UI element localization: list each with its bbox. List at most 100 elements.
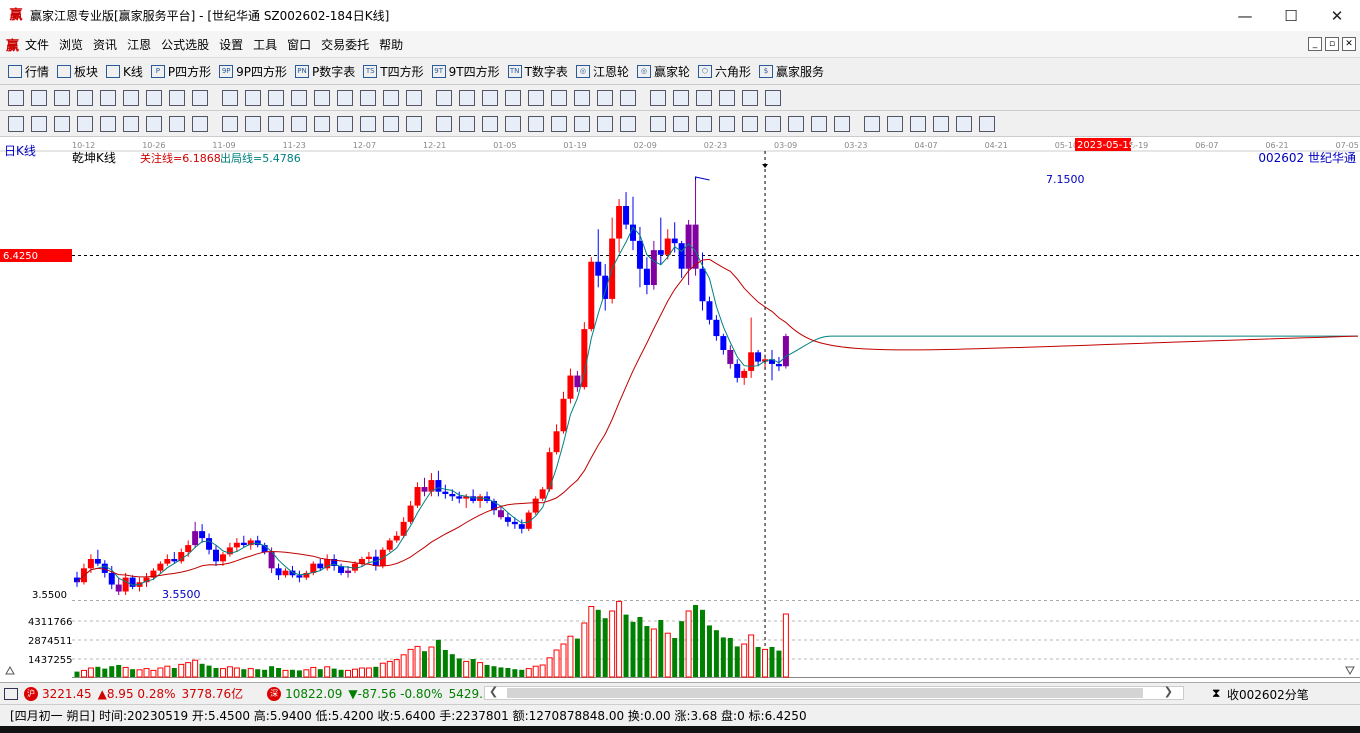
draw-tool-icon-11[interactable] — [268, 115, 284, 132]
draw-tool-icon-5[interactable] — [123, 115, 139, 132]
toolbar-item-1[interactable]: 板块 — [57, 63, 98, 80]
draw-tool-icon-7[interactable] — [169, 115, 185, 132]
draw-tool-icon-38[interactable] — [910, 115, 926, 132]
draw-tool-icon-34[interactable] — [811, 115, 827, 132]
draw-tool-icon-37[interactable] — [887, 115, 903, 132]
nav-tool-icon-10[interactable] — [245, 89, 261, 106]
draw-tool-icon-28[interactable] — [673, 115, 689, 132]
draw-tool-icon-0[interactable] — [8, 115, 24, 132]
menu-settings[interactable]: 设置 — [219, 36, 243, 53]
nav-tool-icon-17[interactable] — [406, 89, 422, 106]
toolbar-item-2[interactable]: K线 — [106, 63, 143, 80]
draw-tool-icon-16[interactable] — [383, 115, 399, 132]
draw-tool-icon-40[interactable] — [956, 115, 972, 132]
scroll-down-icon[interactable] — [1345, 666, 1355, 676]
scroll-left-icon[interactable]: ❮ — [489, 685, 498, 698]
nav-tool-icon-1[interactable] — [31, 89, 47, 106]
draw-tool-icon-8[interactable] — [192, 115, 208, 132]
toolbar-item-7[interactable]: 9T 9T四方形 — [431, 63, 500, 80]
nav-tool-icon-20[interactable] — [482, 89, 498, 106]
menu-help[interactable]: 帮助 — [379, 36, 403, 53]
draw-tool-icon-1[interactable] — [31, 115, 47, 132]
toolbar-item-8[interactable]: TN T数字表 — [507, 63, 568, 80]
menu-window[interactable]: 窗口 — [287, 36, 311, 53]
menu-gann[interactable]: 江恩 — [127, 36, 151, 53]
draw-tool-icon-36[interactable] — [864, 115, 880, 132]
draw-tool-icon-21[interactable] — [505, 115, 521, 132]
nav-tool-icon-21[interactable] — [505, 89, 521, 106]
draw-tool-icon-10[interactable] — [245, 115, 261, 132]
menu-formula[interactable]: 公式选股 — [161, 36, 209, 53]
draw-tool-icon-2[interactable] — [54, 115, 70, 132]
draw-tool-icon-39[interactable] — [933, 115, 949, 132]
toolbar-item-0[interactable]: 行情 — [8, 63, 49, 80]
nav-tool-icon-27[interactable] — [650, 89, 666, 106]
menu-tools[interactable]: 工具 — [253, 36, 277, 53]
mdi-close-button[interactable]: ✕ — [1342, 37, 1356, 51]
close-button[interactable]: ✕ — [1314, 0, 1360, 31]
mdi-minimize-button[interactable]: _ — [1308, 37, 1322, 51]
draw-tool-icon-27[interactable] — [650, 115, 666, 132]
nav-tool-icon-25[interactable] — [597, 89, 613, 106]
toolbar-item-5[interactable]: PN P数字表 — [295, 63, 355, 80]
toolbar-item-3[interactable]: P P四方形 — [150, 63, 211, 80]
menu-file[interactable]: 文件 — [25, 36, 49, 53]
nav-tool-icon-9[interactable] — [222, 89, 238, 106]
draw-tool-icon-25[interactable] — [597, 115, 613, 132]
draw-tool-icon-20[interactable] — [482, 115, 498, 132]
nav-tool-icon-0[interactable] — [8, 89, 24, 106]
draw-tool-icon-18[interactable] — [436, 115, 452, 132]
scrollbar-thumb[interactable] — [507, 688, 1143, 698]
nav-tool-icon-24[interactable] — [574, 89, 590, 106]
maximize-button[interactable]: ☐ — [1268, 0, 1314, 31]
scroll-up-icon[interactable] — [5, 665, 15, 675]
draw-tool-icon-9[interactable] — [222, 115, 238, 132]
draw-tool-icon-23[interactable] — [551, 115, 567, 132]
toolbar-item-10[interactable]: ◎ 赢家轮 — [636, 63, 690, 80]
menu-browse[interactable]: 浏览 — [59, 36, 83, 53]
toolbar-item-9[interactable]: ◎ 江恩轮 — [575, 63, 629, 80]
nav-tool-icon-14[interactable] — [337, 89, 353, 106]
nav-tool-icon-22[interactable] — [528, 89, 544, 106]
nav-tool-icon-11[interactable] — [268, 89, 284, 106]
horizontal-scrollbar[interactable]: ❮ ❯ — [484, 685, 1184, 700]
draw-tool-icon-4[interactable] — [100, 115, 116, 132]
nav-tool-icon-19[interactable] — [459, 89, 475, 106]
nav-tool-icon-6[interactable] — [146, 89, 162, 106]
draw-tool-icon-12[interactable] — [291, 115, 307, 132]
draw-tool-icon-29[interactable] — [696, 115, 712, 132]
menu-trade[interactable]: 交易委托 — [321, 36, 369, 53]
nav-tool-icon-32[interactable] — [765, 89, 781, 106]
scroll-right-icon[interactable]: ❯ — [1164, 685, 1173, 698]
nav-tool-icon-18[interactable] — [436, 89, 452, 106]
nav-tool-icon-30[interactable] — [719, 89, 735, 106]
toolbar-item-4[interactable]: 9P 9P四方形 — [219, 63, 287, 80]
nav-tool-icon-26[interactable] — [620, 89, 636, 106]
draw-tool-icon-31[interactable] — [742, 115, 758, 132]
draw-tool-icon-35[interactable] — [834, 115, 850, 132]
nav-tool-icon-29[interactable] — [696, 89, 712, 106]
toolbar-item-11[interactable]: ⬡ 六角形 — [697, 63, 751, 80]
nav-tool-icon-16[interactable] — [383, 89, 399, 106]
nav-tool-icon-13[interactable] — [314, 89, 330, 106]
draw-tool-icon-26[interactable] — [620, 115, 636, 132]
kline-chart-panel[interactable]: 10-12 10-26 11-09 11-23 12-07 12-21 01-05 01-19… — [0, 137, 1360, 682]
nav-tool-icon-5[interactable] — [123, 89, 139, 106]
nav-tool-icon-4[interactable] — [100, 89, 116, 106]
nav-tool-icon-31[interactable] — [742, 89, 758, 106]
draw-tool-icon-17[interactable] — [406, 115, 422, 132]
nav-tool-icon-28[interactable] — [673, 89, 689, 106]
toolbar-item-6[interactable]: TS T四方形 — [363, 63, 424, 80]
grid-icon[interactable] — [4, 687, 18, 700]
draw-tool-icon-33[interactable] — [788, 115, 804, 132]
nav-tool-icon-7[interactable] — [169, 89, 185, 106]
minimize-button[interactable]: — — [1222, 0, 1268, 31]
draw-tool-icon-13[interactable] — [314, 115, 330, 132]
draw-tool-icon-19[interactable] — [459, 115, 475, 132]
toolbar-item-12[interactable]: $ 赢家服务 — [758, 63, 824, 80]
draw-tool-icon-14[interactable] — [337, 115, 353, 132]
draw-tool-icon-24[interactable] — [574, 115, 590, 132]
nav-tool-icon-15[interactable] — [360, 89, 376, 106]
draw-tool-icon-6[interactable] — [146, 115, 162, 132]
kline-chart-svg[interactable]: 10-12 10-26 11-09 11-23 12-07 12-21 01-05 01-19… — [0, 137, 1360, 682]
